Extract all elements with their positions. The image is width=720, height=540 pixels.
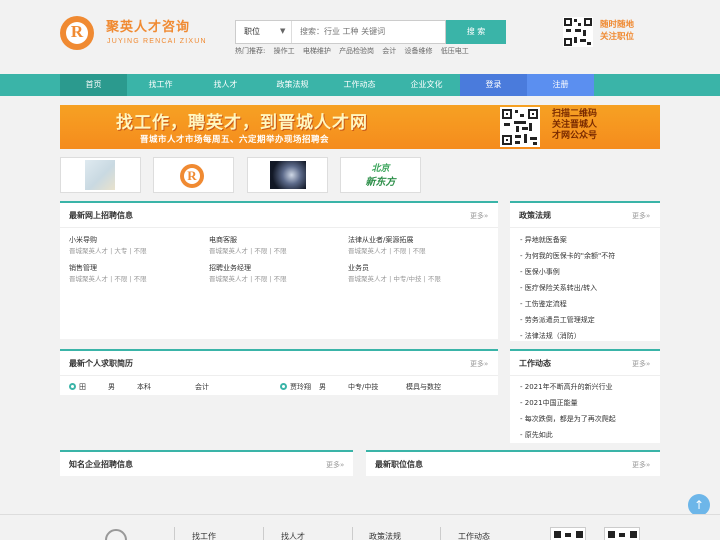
qr-caption: 随时随地 关注职位 [600,20,635,42]
nav-news[interactable]: 工作动态 [326,74,393,96]
resume-row[interactable]: 贾玲翔 男 中专/中技 模具与数控 [280,382,490,394]
more-link[interactable]: 更多» [632,359,650,369]
main-nav: 首页 找工作 找人才 政策法规 工作动态 企业文化 登录 注册 [0,74,720,96]
policy-item[interactable]: - 异地就医备案 [520,235,567,245]
policy-item[interactable]: - 法律法规（消防） [520,331,581,341]
policy-item[interactable]: - 劳务派遣员工管理规定 [520,315,595,325]
job-item[interactable]: 销售管理 晋城聚英人才 | 不限 | 不限 [69,263,147,283]
policy-item[interactable]: - 医保小事例 [520,267,560,277]
banner-subtitle: 晋城市人才市场每周五、六定期举办现场招聘会 [140,135,330,145]
hot-keyword[interactable]: 产品检验岗 [339,47,374,55]
panel-title: 最新个人求职简历 [69,359,133,368]
arrow-up-icon: ↑ [693,498,705,512]
hot-keyword[interactable]: 低压电工 [441,47,469,55]
qr-code-icon [500,107,540,147]
qr-code-icon [563,17,593,47]
bullet-icon [280,383,287,390]
news-item[interactable]: - 2021中国正能量 [520,398,578,408]
qr-code-icon [604,527,640,540]
panel-title: 最新职位信息 [375,460,423,469]
qr-code-icon [550,527,586,540]
nav-culture[interactable]: 企业文化 [393,74,460,96]
policy-item[interactable]: - 为何我的医保卡的"余额"不符 [520,251,615,261]
logo-emblem: R [60,16,94,50]
more-link[interactable]: 更多» [632,211,650,221]
nav-find-job[interactable]: 找工作 [127,74,194,96]
footer-link-news[interactable]: 工作动态 [458,531,490,540]
footer-logo-icon [105,529,127,540]
hot-keyword[interactable]: 电梯维护 [303,47,331,55]
panel-title: 最新网上招聘信息 [69,211,133,220]
footer-link-policy[interactable]: 政策法规 [369,531,401,540]
job-item[interactable]: 业务员 晋城聚英人才 | 中专/中技 | 不限 [348,263,441,283]
search-input[interactable] [300,21,440,43]
news-item[interactable]: - 2021年不断高升的新兴行业 [520,382,613,392]
jobs-panel: 最新网上招聘信息 更多» 小米导购 晋城聚英人才 | 大专 | 不限 电商客服 … [60,201,498,339]
banner[interactable]: 找工作，聘英才，到晋城人才网 晋城市人才市场每周五、六定期举办现场招聘会 扫描二… [60,105,660,149]
panel-title: 知名企业招聘信息 [69,460,133,469]
nav-find-talent[interactable]: 找人才 [192,74,259,96]
job-item[interactable]: 电商客服 晋城聚英人才 | 不限 | 不限 [209,235,287,255]
login-button[interactable]: 登录 [460,74,527,96]
news-panel: 工作动态 更多» - 2021年不断高升的新兴行业 - 2021中国正能量 - … [510,349,660,443]
nav-policy[interactable]: 政策法规 [259,74,326,96]
news-item[interactable]: - 每次跌倒，都是为了再次爬起 [520,414,616,424]
resume-panel: 最新个人求职简历 更多» 田 男 本科 会计 贾玲翔 男 中专/中技 模具与数控 [60,349,498,395]
banner-title: 找工作，聘英才，到晋城人才网 [116,113,368,133]
footer: 找工作 找人才 政策法规 工作动态 [0,514,720,540]
partner-logo[interactable]: 北京 新东方 [340,157,421,193]
company-panel: 知名企业招聘信息 更多» [60,450,353,476]
more-link[interactable]: 更多» [326,460,344,470]
register-button[interactable]: 注册 [527,74,594,96]
hot-keywords: 热门推荐: 操作工 电梯维护 产品检验岗 会计 设备维修 低压电工 [235,46,475,56]
policy-panel: 政策法规 更多» - 异地就医备案 - 为何我的医保卡的"余额"不符 - 医保小… [510,201,660,341]
panel-title: 政策法规 [519,211,551,220]
more-link[interactable]: 更多» [470,359,488,369]
policy-item[interactable]: - 工伤鉴定流程 [520,299,567,309]
more-link[interactable]: 更多» [470,211,488,221]
partner-logo[interactable] [247,157,328,193]
policy-item[interactable]: - 医疗保险关系转出/转入 [520,283,597,293]
partner-logo[interactable]: R [153,157,234,193]
panel-title: 工作动态 [519,359,551,368]
hot-keyword[interactable]: 操作工 [274,47,295,55]
chevron-down-icon: ▼ [280,27,286,35]
job-item[interactable]: 法律从业者/案源拓展 晋城聚英人才 | 不限 | 不限 [348,235,426,255]
feather-image [85,160,115,190]
job-item[interactable]: 小米导购 晋城聚英人才 | 大专 | 不限 [69,235,147,255]
header: R 聚英人才咨询 JUYING RENCAI ZIXUN 职位 ▼ 搜 索 热门… [0,0,720,74]
partner-logo[interactable] [60,157,141,193]
logo-pinyin: JUYING RENCAI ZIXUN [107,38,207,45]
logo-emblem: R [180,164,204,188]
site-logo[interactable]: R 聚英人才咨询 JUYING RENCAI ZIXUN [60,14,206,50]
news-item[interactable]: - 原先如此 [520,430,553,440]
bullet-icon [69,383,76,390]
back-to-top-button[interactable]: ↑ [688,494,710,516]
logo-name: 聚英人才咨询 [106,20,191,35]
latest-jobs-panel: 最新职位信息 更多» [366,450,660,476]
search-button[interactable]: 搜 索 [446,20,506,44]
resume-row[interactable]: 田 男 本科 会计 [69,382,269,394]
nav-home[interactable]: 首页 [60,74,127,96]
banner-qr-caption: 扫描二维码 关注晋城人 才网公众号 [552,109,598,141]
search-box: 职位 ▼ [235,20,446,44]
hot-label: 热门推荐: [235,47,266,55]
job-item[interactable]: 招聘业务经理 晋城聚英人才 | 不限 | 不限 [209,263,287,283]
footer-link-find-job[interactable]: 找工作 [192,531,216,540]
more-link[interactable]: 更多» [632,460,650,470]
galaxy-image [270,161,306,189]
footer-link-find-talent[interactable]: 找人才 [281,531,305,540]
hot-keyword[interactable]: 会计 [382,47,396,55]
hot-keyword[interactable]: 设备维修 [405,47,433,55]
